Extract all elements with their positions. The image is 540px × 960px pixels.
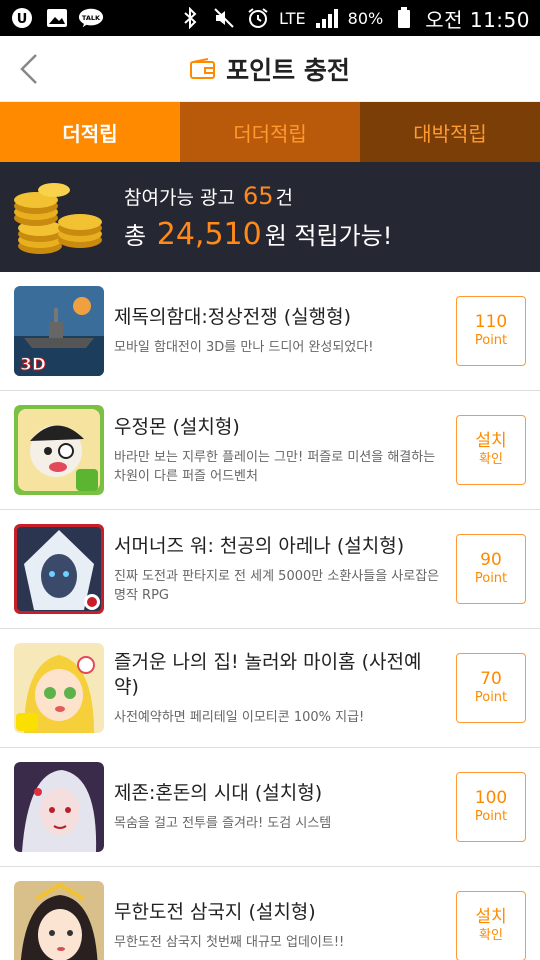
app-header: 포인트 충전 <box>0 36 540 102</box>
item-description: 모바일 함대전이 3D를 만나 드디어 완성되었다! <box>114 340 374 355</box>
item-title: 우정몬 (설치형) <box>114 415 240 438</box>
network-type: LTE <box>279 8 306 28</box>
point-value: 110 <box>474 312 508 332</box>
item-title: 제존:혼돈의 시대 (설치형) <box>114 782 323 804</box>
coins-icon <box>14 183 102 254</box>
point-button[interactable]: 90 Point <box>456 534 526 604</box>
talk-label: TALK <box>82 14 101 22</box>
back-button[interactable] <box>14 52 44 86</box>
list-item[interactable]: 우정몬 (설치형) 바라만 보는 지루한 플레이는 그만! 퍼즐로 미션을 해결… <box>0 391 540 510</box>
item-description: 사전예약하면 페리테일 이모티콘 100% 지급! <box>114 709 365 725</box>
chevron-left-icon <box>20 54 37 84</box>
header-title-group: 포인트 충전 <box>190 51 350 87</box>
item-info: 우정몬 (설치형) 바라만 보는 지루한 플레이는 그만! 퍼즐로 미션을 해결… <box>114 415 444 486</box>
available-ads-label: 참여가능 광고 <box>124 187 235 209</box>
clock: 오전 11:50 <box>425 7 530 32</box>
bluetooth-icon <box>177 7 203 29</box>
point-unit: Point <box>474 333 508 348</box>
tab-bar: 더적립 더더적립 대박적립 <box>0 102 540 162</box>
tab-deojeongnip[interactable]: 더적립 <box>0 102 180 162</box>
point-button[interactable]: 110 Point <box>456 296 526 366</box>
app-thumbnail <box>14 881 104 960</box>
install-confirm-button[interactable]: 설치 확인 <box>456 415 526 485</box>
total-points-line: 총 24,510 원 적립가능! <box>124 216 392 252</box>
thumb-3d-label: 3D <box>20 355 46 375</box>
total-points-suffix: 원 적립가능! <box>264 222 393 250</box>
confirm-label: 확인 <box>479 452 503 467</box>
item-info: 제존:혼돈의 시대 (설치형) 목숨을 걸고 전투를 즐겨라! 도검 시스템 <box>114 781 444 833</box>
confirm-label: 확인 <box>479 928 503 943</box>
point-unit: Point <box>474 690 508 705</box>
tab-deodeojeongnip[interactable]: 더더적립 <box>180 102 360 162</box>
item-description: 무한도전 삼국지 첫번째 대규모 업데이트!! <box>114 935 345 950</box>
point-unit: Point <box>474 571 508 586</box>
point-value: 90 <box>480 550 502 570</box>
gallery-icon <box>44 7 70 29</box>
summary-banner: 참여가능 광고 65 건 총 24,510 원 적립가능! <box>0 162 540 272</box>
app-thumbnail <box>14 643 104 733</box>
tab-daebakjeongnip[interactable]: 대박적립 <box>360 102 540 162</box>
list-item[interactable]: 무한도전 삼국지 (설치형) 무한도전 삼국지 첫번째 대규모 업데이트!! 설… <box>0 867 540 960</box>
app-thumbnail: 3D <box>14 286 104 376</box>
item-info: 제독의함대:정상전쟁 (실행형) 모바일 함대전이 3D를 만나 드디어 완성되… <box>114 305 444 357</box>
available-ads-line: 참여가능 광고 65 건 <box>124 182 392 210</box>
point-button[interactable]: 100 Point <box>456 772 526 842</box>
point-button[interactable]: 70 Point <box>456 653 526 723</box>
battery-icon <box>391 7 417 29</box>
item-title: 무한도전 삼국지 (설치형) <box>114 901 316 923</box>
point-value: 70 <box>480 669 502 689</box>
point-value: 100 <box>474 788 508 808</box>
item-info: 즐거운 나의 집! 놀러와 마이홈 (사전예약) 사전예약하면 페리테일 이모티… <box>114 650 444 727</box>
install-label: 설치 <box>475 431 507 451</box>
ad-list: 3D 제독의함대:정상전쟁 (실행형) 모바일 함대전이 3D를 만나 드디어 … <box>0 272 540 960</box>
item-description: 목숨을 걸고 전투를 즐겨라! 도검 시스템 <box>114 816 332 831</box>
total-points-label: 총 <box>124 222 147 250</box>
item-title: 즐거운 나의 집! 놀러와 마이홈 (사전예약) <box>114 650 422 698</box>
install-confirm-button[interactable]: 설치 확인 <box>456 891 526 960</box>
app-thumbnail <box>14 762 104 852</box>
kakaotalk-icon: TALK <box>78 7 104 29</box>
total-points-value: 24,510 <box>156 217 262 252</box>
app-thumbnail <box>14 524 104 614</box>
list-item[interactable]: 3D 제독의함대:정상전쟁 (실행형) 모바일 함대전이 3D를 만나 드디어 … <box>0 272 540 391</box>
point-unit: Point <box>474 809 508 824</box>
banner-text: 참여가능 광고 65 건 총 24,510 원 적립가능! <box>124 182 392 252</box>
alarm-icon <box>245 7 271 29</box>
signal-icon <box>314 7 340 29</box>
install-label: 설치 <box>475 907 507 927</box>
app-thumbnail <box>14 405 104 495</box>
svg-text:U: U <box>17 12 28 27</box>
item-info: 무한도전 삼국지 (설치형) 무한도전 삼국지 첫번째 대규모 업데이트!! <box>114 900 444 952</box>
u-plus-icon: U <box>10 7 36 29</box>
item-title: 서머너즈 워: 천공의 아레나 (설치형) <box>114 534 405 557</box>
item-title: 제독의함대:정상전쟁 (실행형) <box>114 306 352 328</box>
mute-icon <box>211 7 237 29</box>
battery-percent: 80% <box>347 8 384 28</box>
item-description: 진짜 도전과 판타지로 전 세계 5000만 소환사들을 사로잡은 명작 RPG <box>114 568 440 603</box>
list-item[interactable]: 서머너즈 워: 천공의 아레나 (설치형) 진짜 도전과 판타지로 전 세계 5… <box>0 510 540 629</box>
available-ads-count: 65 <box>242 182 274 210</box>
item-description: 바라만 보는 지루한 플레이는 그만! 퍼즐로 미션을 해결하는 차원이 다른 … <box>114 449 436 484</box>
list-item[interactable]: 제존:혼돈의 시대 (설치형) 목숨을 걸고 전투를 즐겨라! 도검 시스템 1… <box>0 748 540 867</box>
list-item[interactable]: 즐거운 나의 집! 놀러와 마이홈 (사전예약) 사전예약하면 페리테일 이모티… <box>0 629 540 748</box>
available-ads-unit: 건 <box>275 187 293 209</box>
page-title: 포인트 충전 <box>226 55 350 85</box>
item-info: 서머너즈 워: 천공의 아레나 (설치형) 진짜 도전과 판타지로 전 세계 5… <box>114 534 444 605</box>
status-bar: U TALK LTE 80% 오전 11:50 <box>0 0 540 36</box>
wallet-icon <box>190 57 216 80</box>
